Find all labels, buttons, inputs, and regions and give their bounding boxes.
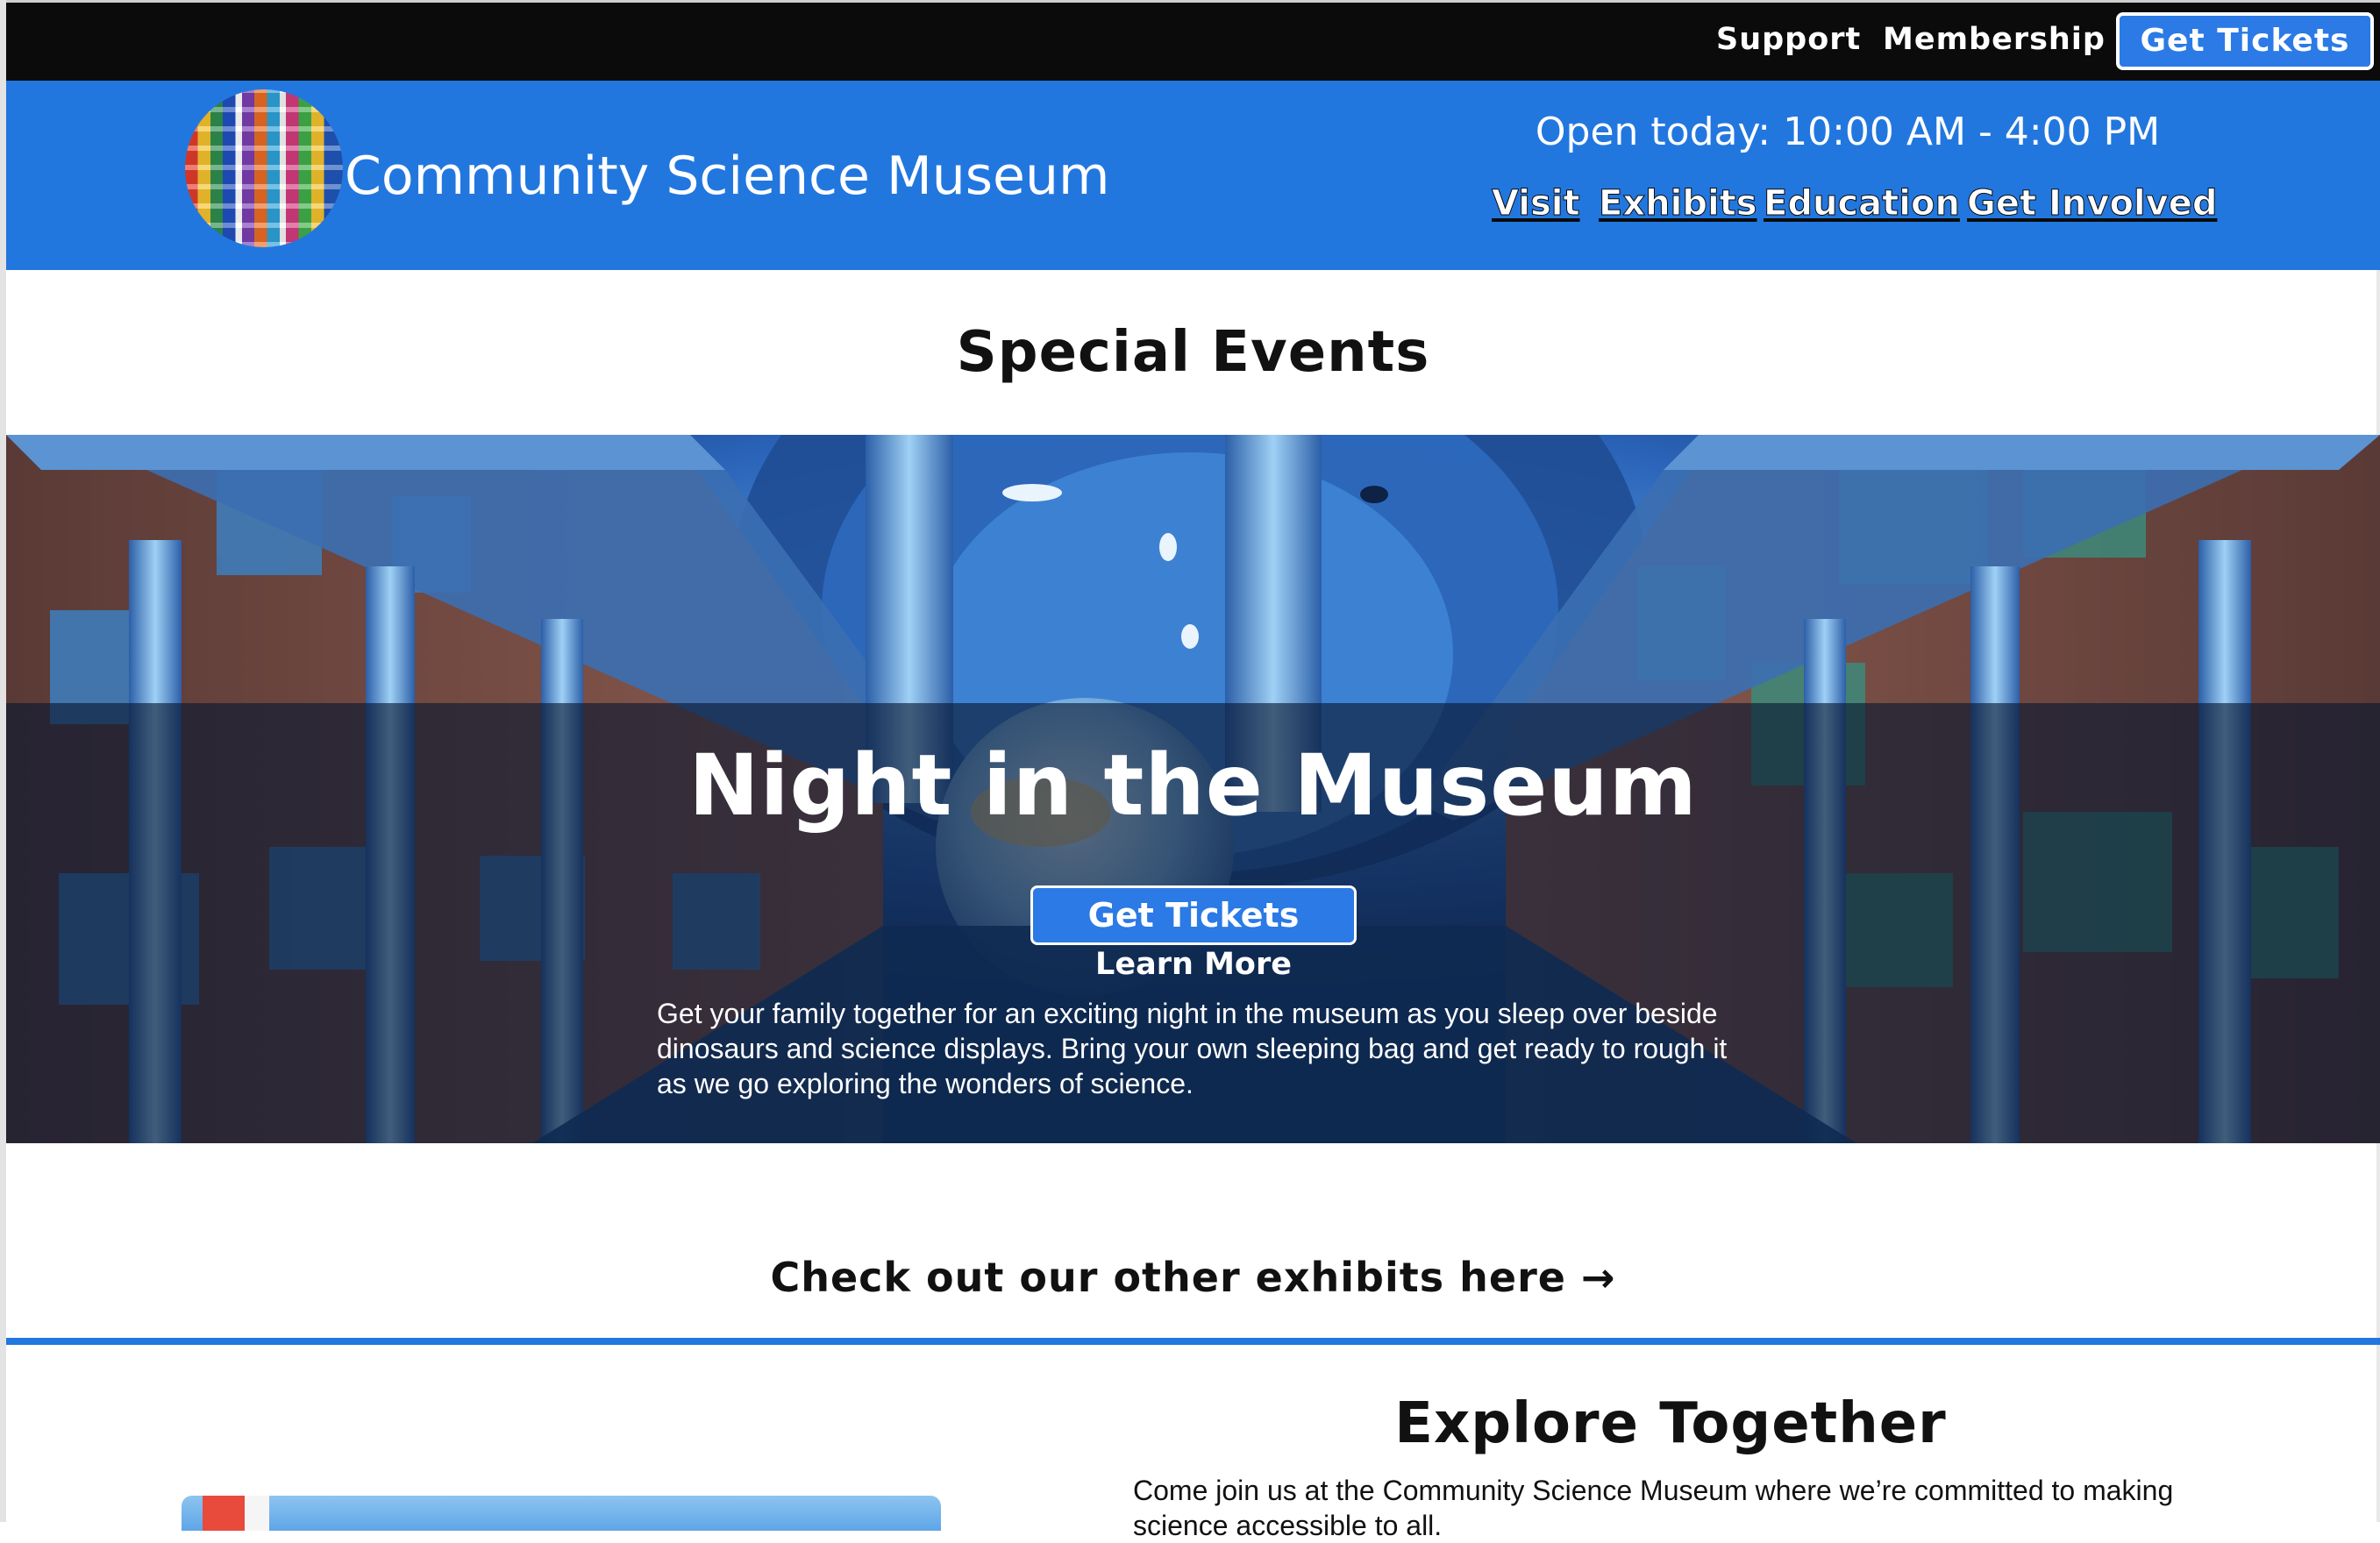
event-get-tickets-button[interactable]: Get Tickets — [1030, 885, 1357, 945]
explore-text: Come join us at the Community Science Mu… — [1133, 1475, 2174, 1541]
nav-visit[interactable]: Visit — [1492, 179, 1581, 228]
membership-link[interactable]: Membership — [1883, 22, 2106, 57]
page-left-edge — [0, 0, 6, 1522]
event-hero: Night in the Museum Get Tickets Learn Mo… — [6, 435, 2380, 1143]
event-title: Night in the Museum — [688, 736, 1698, 835]
nav-exhibits[interactable]: Exhibits — [1599, 179, 1758, 228]
main-nav: Visit Exhibits Education Get Involved — [1488, 179, 2218, 228]
section-divider — [6, 1338, 2380, 1345]
explore-image — [182, 1496, 941, 1531]
nav-education[interactable]: Education — [1764, 179, 1961, 228]
event-learn-more-link[interactable]: Learn More — [1030, 943, 1357, 985]
opening-hours: Open today: 10:00 AM - 4:00 PM — [1535, 110, 2161, 154]
get-tickets-button[interactable]: Get Tickets — [2116, 12, 2374, 70]
special-events-heading: Special Events — [956, 320, 1430, 385]
nav-get-involved[interactable]: Get Involved — [1966, 179, 2217, 228]
page: Support Membership Get Tickets Community… — [0, 0, 2380, 1541]
main-header: Community Science Museum Open today: 10:… — [6, 81, 2380, 270]
support-link[interactable]: Support — [1716, 22, 1861, 57]
other-exhibits-link[interactable]: Check out our other exhibits here → — [6, 1248, 2380, 1306]
utility-bar: Support Membership Get Tickets — [6, 0, 2380, 81]
event-description: Get your family together for an exciting… — [657, 998, 1728, 1099]
explore-heading: Explore Together — [1394, 1391, 1947, 1456]
site-title[interactable]: Community Science Museum — [345, 146, 1109, 207]
museum-logo-icon[interactable] — [185, 89, 343, 247]
